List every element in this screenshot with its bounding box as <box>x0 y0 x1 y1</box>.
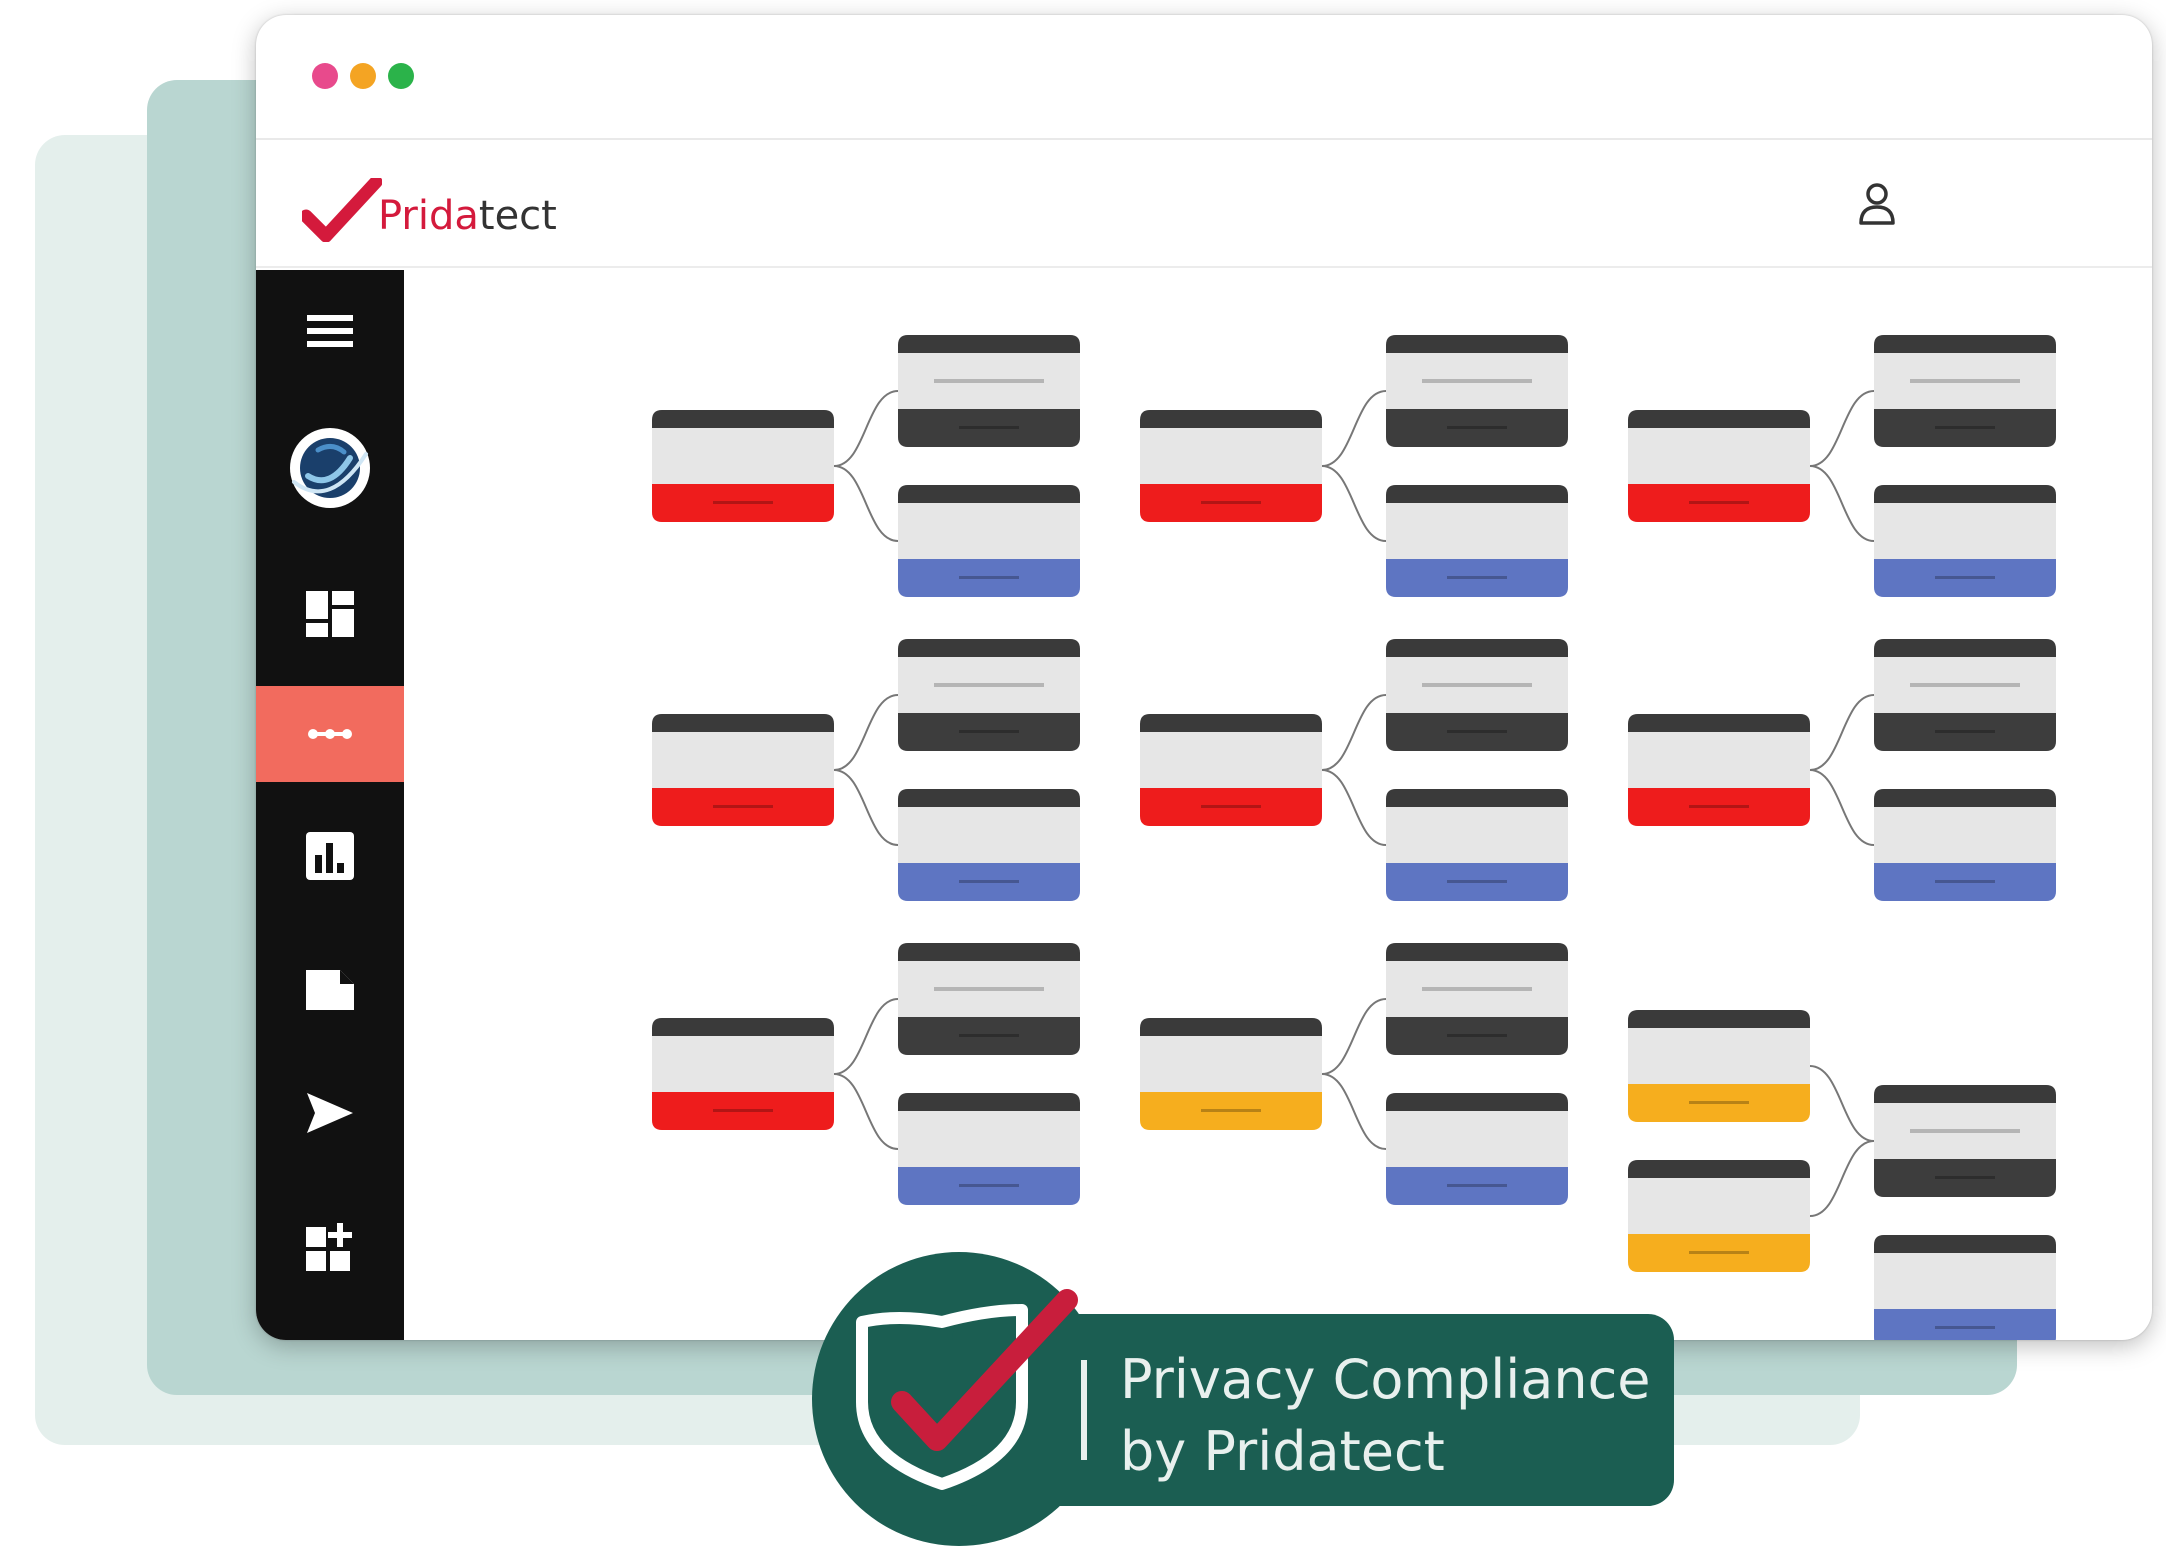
app-header: Pridatect <box>256 142 2152 268</box>
workflow-node[interactable] <box>652 714 834 826</box>
workflow-node[interactable] <box>1386 639 1568 751</box>
user-profile-button[interactable] <box>1852 178 1902 230</box>
add-widget-icon <box>306 1223 352 1271</box>
workflow-node[interactable] <box>652 410 834 522</box>
workflow-node[interactable] <box>1386 943 1568 1055</box>
close-window-dot[interactable] <box>312 63 338 89</box>
minimize-window-dot[interactable] <box>350 63 376 89</box>
connector-line <box>833 465 899 542</box>
badge-subtitle: by Pridatect <box>1120 1420 1445 1483</box>
connector-line <box>1321 465 1387 542</box>
logo-text: Pridatect <box>378 196 557 236</box>
ellipsis-icon <box>308 729 352 739</box>
workflow-node[interactable] <box>1386 335 1568 447</box>
connector-line <box>1321 769 1387 846</box>
connector-line <box>1809 1065 1875 1142</box>
maximize-window-dot[interactable] <box>388 63 414 89</box>
sidebar-item-add-widget[interactable] <box>256 1199 404 1295</box>
workflow-node[interactable] <box>1874 335 2056 447</box>
connector-line <box>1809 694 1875 771</box>
privacy-compliance-badge: Privacy Compliance by Pridatect <box>812 1252 1674 1546</box>
workflow-node[interactable] <box>1386 485 1568 597</box>
workflow-node[interactable] <box>1874 789 2056 901</box>
globe-logo-icon <box>290 428 370 508</box>
sidebar-item-send[interactable] <box>256 1065 404 1161</box>
checkmark-logo-icon <box>302 178 382 242</box>
badge-title: Privacy Compliance <box>1120 1348 1651 1411</box>
workflow-node[interactable] <box>898 335 1080 447</box>
sidebar-item-globe[interactable] <box>256 420 404 516</box>
connector-line <box>833 1073 899 1150</box>
sidebar-item-reports[interactable] <box>256 808 404 904</box>
user-icon <box>1859 183 1895 225</box>
badge-text: Privacy Compliance by Pridatect <box>1120 1344 1651 1488</box>
workflow-node[interactable] <box>1874 1085 2056 1197</box>
workflow-node[interactable] <box>1140 410 1322 522</box>
connector-line <box>833 390 899 467</box>
connector-line <box>1321 1073 1387 1150</box>
logo-text-secondary: tect <box>478 193 557 239</box>
sidebar-item-menu[interactable] <box>256 283 404 379</box>
app-window: Pridatect <box>256 15 2152 1340</box>
workflow-canvas <box>404 270 2152 1340</box>
connector-line <box>833 694 899 771</box>
workflow-node[interactable] <box>1874 485 2056 597</box>
connector-line <box>1321 998 1387 1075</box>
workflow-node[interactable] <box>1628 410 1810 522</box>
connector-line <box>833 769 899 846</box>
send-icon <box>307 1093 353 1133</box>
pridatect-logo[interactable]: Pridatect <box>302 172 557 242</box>
workflow-diagram <box>652 335 2056 1340</box>
workflow-node[interactable] <box>898 789 1080 901</box>
sidebar <box>256 270 404 1340</box>
workflow-node[interactable] <box>1874 639 2056 751</box>
workflow-node[interactable] <box>1140 714 1322 826</box>
dashboard-icon <box>306 591 354 637</box>
bar-chart-icon <box>306 832 354 880</box>
connector-line <box>833 998 899 1075</box>
connector-line <box>1809 769 1875 846</box>
workflow-node[interactable] <box>898 639 1080 751</box>
connector-line <box>1809 465 1875 542</box>
document-icon <box>306 970 354 1010</box>
connector-line <box>1321 694 1387 771</box>
workflow-node[interactable] <box>1628 1010 1810 1122</box>
workflow-node[interactable] <box>898 485 1080 597</box>
workflow-node[interactable] <box>1874 1235 2056 1340</box>
window-titlebar <box>256 15 2152 140</box>
workflow-node[interactable] <box>1386 789 1568 901</box>
workflow-node[interactable] <box>1140 1018 1322 1130</box>
connector-line <box>1809 1140 1875 1217</box>
sidebar-item-dashboard[interactable] <box>256 566 404 662</box>
logo-text-primary: Prida <box>378 193 479 239</box>
sidebar-item-workflows[interactable] <box>256 686 404 782</box>
workflow-node[interactable] <box>1386 1093 1568 1205</box>
connector-line <box>1809 390 1875 467</box>
sidebar-item-documents[interactable] <box>256 942 404 1038</box>
workflow-node[interactable] <box>898 1093 1080 1205</box>
connector-line <box>1321 390 1387 467</box>
workflow-node[interactable] <box>898 943 1080 1055</box>
hamburger-menu-icon <box>307 315 353 347</box>
workflow-node[interactable] <box>652 1018 834 1130</box>
workflow-node[interactable] <box>1628 714 1810 826</box>
